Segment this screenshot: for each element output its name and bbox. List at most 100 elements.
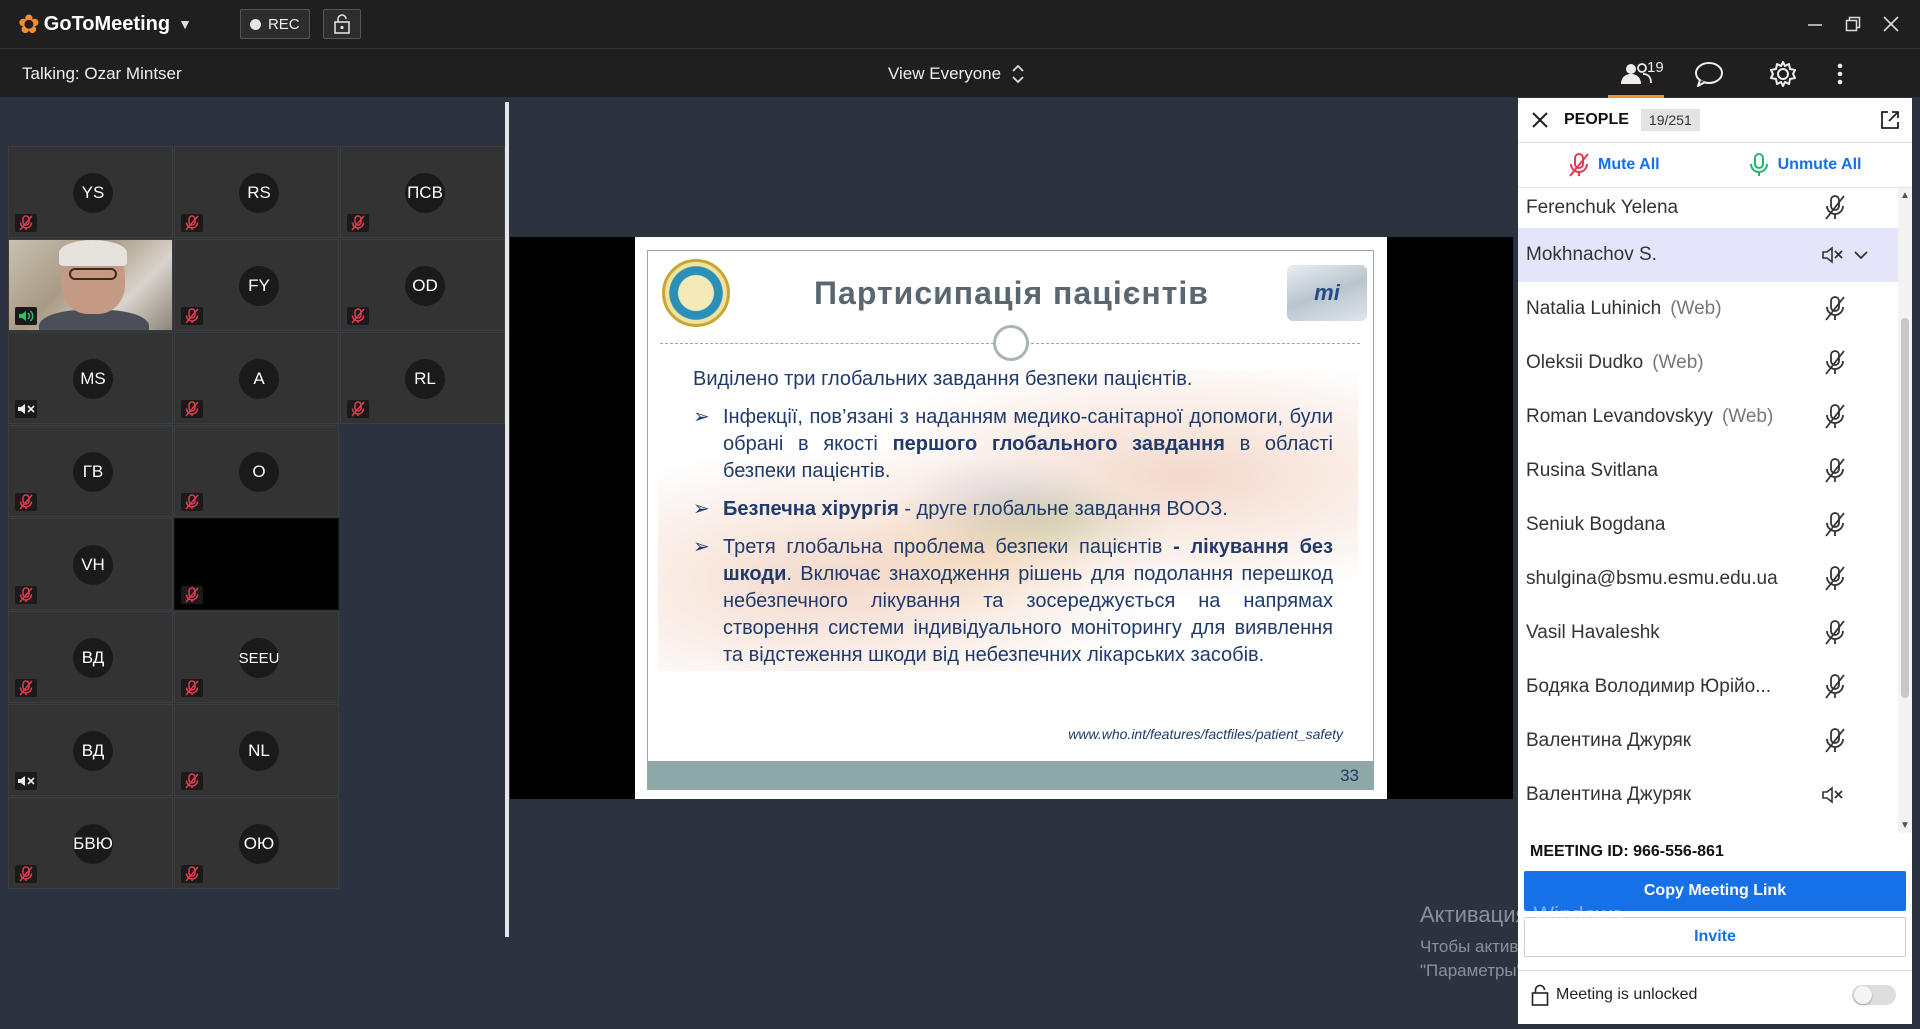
mic-muted-icon[interactable] [1818, 565, 1852, 593]
mic-muted-icon [15, 679, 37, 697]
participant-avatar: ГВ [73, 452, 113, 492]
app-menu-button[interactable]: ✿ GoToMeeting ▼ [18, 11, 192, 37]
popout-panel-button[interactable] [1878, 108, 1902, 132]
more-options-button[interactable] [1820, 49, 1860, 98]
people-list-item[interactable]: Rusina Svitlana [1518, 444, 1898, 498]
toggle-knob [1854, 986, 1872, 1004]
mic-on-icon [1749, 153, 1768, 176]
participant-tile[interactable]: VH [8, 518, 173, 610]
scroll-down-icon[interactable]: ▼ [1900, 820, 1910, 831]
people-list-scrollbar[interactable]: ▲ ▼ [1898, 188, 1912, 833]
participant-avatar: YS [73, 173, 113, 213]
scroll-up-icon[interactable]: ▲ [1900, 190, 1910, 201]
participant-avatar: RS [239, 173, 279, 213]
participant-tile[interactable]: БВЮ [8, 797, 173, 889]
people-list-item[interactable]: Roman Levandovskyy (Web) [1518, 390, 1898, 444]
grid-resize-handle[interactable] [505, 102, 509, 937]
participant-avatar: БВЮ [73, 824, 113, 864]
windows-activation-line: "Параметры". [1420, 961, 1528, 980]
participant-tile[interactable]: NL [174, 704, 339, 796]
person-name: Бодяка Володимир Юрійо... [1526, 676, 1772, 697]
participant-tile[interactable]: О [174, 425, 339, 517]
people-list-item[interactable]: Бодяка Володимир Юрійо... [1518, 660, 1898, 714]
people-list-item[interactable]: Mokhnachov S. [1518, 228, 1898, 282]
minimize-button[interactable] [1806, 15, 1824, 33]
mic-muted-icon[interactable] [1818, 457, 1852, 485]
people-list-item[interactable]: Валентина Джуряк [1518, 768, 1898, 822]
unlock-icon [1530, 983, 1550, 1007]
scrollbar-thumb[interactable] [1901, 318, 1909, 698]
meeting-lock-toggle[interactable] [1852, 985, 1896, 1005]
participant-tile[interactable] [174, 518, 339, 610]
lock-meeting-button[interactable] [322, 9, 361, 39]
slide-title: Партисипація пацієнтів [814, 275, 1209, 311]
speaker-off-icon[interactable] [1818, 241, 1852, 269]
people-list-item[interactable]: Natalia Luhinich (Web) [1518, 282, 1898, 336]
people-tab[interactable]: 19 [1600, 49, 1672, 98]
participant-video-tile[interactable] [8, 239, 173, 331]
video-person-glasses [69, 268, 117, 280]
mic-muted-icon [181, 307, 203, 325]
video-grid: YS RS ПСВ FY OD MS A RL ГВ О VH ВД SEEU ВД NL БВЮ ОЮ [0, 98, 510, 938]
mic-muted-icon[interactable] [1818, 511, 1852, 539]
person-name: Oleksii Dudko [1526, 352, 1644, 373]
participant-tile[interactable]: RS [174, 146, 339, 238]
participant-tile[interactable]: ПСВ [340, 146, 505, 238]
people-list-item[interactable]: shulgina@bsmu.esmu.edu.ua [1518, 552, 1898, 606]
person-name: Валентина Джуряк [1526, 784, 1692, 805]
participant-tile[interactable]: ГВ [8, 425, 173, 517]
participant-tile[interactable]: MS [8, 332, 173, 424]
mic-muted-icon[interactable] [1818, 673, 1852, 701]
people-list-item[interactable]: Vasil Havaleshk [1518, 606, 1898, 660]
mic-muted-icon[interactable] [1818, 727, 1852, 755]
participant-tile[interactable]: A [174, 332, 339, 424]
unmute-all-button[interactable]: Unmute All [1748, 152, 1861, 178]
participant-tile[interactable]: SEEU [174, 611, 339, 703]
lock-status-label: Meeting is unlocked [1556, 985, 1698, 1003]
mic-off-icon [1569, 153, 1589, 177]
close-panel-button[interactable] [1528, 108, 1552, 132]
people-list-item[interactable]: Ferenchuk Yelena [1518, 188, 1898, 228]
close-window-button[interactable] [1882, 15, 1900, 33]
bullet-arrow-icon: ➢ [693, 406, 710, 428]
participant-tile[interactable]: FY [174, 239, 339, 331]
mic-muted-icon[interactable] [1818, 403, 1852, 431]
mic-muted-icon[interactable] [1818, 194, 1852, 222]
participant-tile[interactable]: YS [8, 146, 173, 238]
restore-button[interactable] [1844, 15, 1862, 33]
status-bar: Talking: Ozar Mintser View Everyone 19 [0, 48, 1920, 98]
unlock-icon [333, 14, 350, 34]
mute-all-button[interactable]: Mute All [1568, 152, 1660, 178]
mic-muted-icon [181, 586, 203, 604]
bullet-bold-text: Безпечна хірургія [723, 498, 899, 520]
participant-tile[interactable]: OD [340, 239, 505, 331]
participant-avatar: FY [239, 266, 279, 306]
meeting-id: MEETING ID: 966-556-861 [1530, 843, 1724, 860]
mic-muted-icon [181, 865, 203, 883]
people-list-item[interactable]: Seniuk Bogdana [1518, 498, 1898, 552]
mic-muted-icon[interactable] [1818, 349, 1852, 377]
person-name: Natalia Luhinich [1526, 298, 1662, 319]
panel-toggles: 19 [1600, 49, 1860, 98]
mic-muted-icon[interactable] [1818, 619, 1852, 647]
chevron-down-icon[interactable] [1854, 244, 1868, 266]
participant-tile[interactable]: RL [340, 332, 505, 424]
view-mode-selector[interactable]: View Everyone [888, 63, 1025, 85]
participant-tile[interactable]: ВД [8, 704, 173, 796]
people-list-item[interactable]: Oleksii Dudko (Web) [1518, 336, 1898, 390]
video-person-hair [59, 240, 127, 266]
participant-avatar: О [239, 452, 279, 492]
speaker-off-icon[interactable] [1818, 781, 1852, 809]
chevron-down-icon: ▼ [178, 16, 192, 32]
record-button[interactable]: REC [239, 9, 310, 39]
participant-tile[interactable]: ОЮ [174, 797, 339, 889]
chat-button[interactable] [1672, 49, 1746, 98]
windows-activation-title: Активация Windows [1420, 902, 1623, 927]
participant-avatar: NL [239, 731, 279, 771]
people-list-item[interactable]: Валентина Джуряк [1518, 714, 1898, 768]
diamond-logo: mi [1287, 265, 1367, 321]
settings-button[interactable] [1746, 49, 1820, 98]
slide-intro: Виділено три глобальних завдання безпеки… [693, 368, 1193, 390]
mic-muted-icon[interactable] [1818, 295, 1852, 323]
participant-tile[interactable]: ВД [8, 611, 173, 703]
